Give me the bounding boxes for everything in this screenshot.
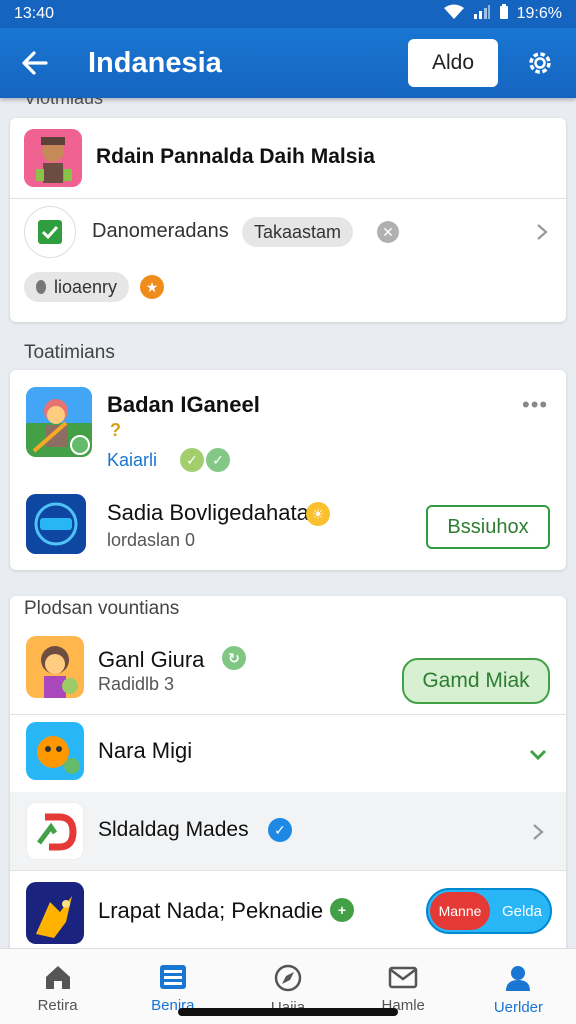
info-badge-icon: ✓	[268, 818, 292, 842]
chip-label: Takaastam	[254, 221, 342, 242]
nav-label: Uerlder	[493, 999, 543, 1016]
status-time: 13:40	[14, 5, 55, 22]
game-character-icon	[24, 129, 82, 187]
home-icon	[45, 966, 70, 989]
card-featured: Rdain Pannalda Daih Malsia Danomeradans …	[10, 118, 566, 322]
tag-icon	[36, 280, 46, 294]
compass-icon	[274, 964, 302, 992]
list-item[interactable]: Sldaldag Mades ✓	[10, 792, 566, 870]
list-item[interactable]: Lrapat Nada; Peknadie + Manne Gelda	[10, 870, 566, 956]
mail-icon	[388, 966, 418, 989]
chevron-down-icon[interactable]	[528, 744, 548, 764]
list-item-featured-game[interactable]: Rdain Pannalda Daih Malsia	[10, 118, 566, 198]
check-badge-icon: ↻	[222, 646, 246, 670]
add-button[interactable]: Aldo	[408, 39, 498, 87]
item-title: Sldaldag Mades	[98, 818, 249, 841]
home-indicator[interactable]	[178, 1008, 398, 1016]
person-icon	[506, 966, 531, 991]
status-label: Danomeradans	[92, 220, 229, 242]
featured-title: Rdain Pannalda Daih Malsia	[96, 145, 375, 168]
back-button[interactable]	[0, 28, 70, 98]
toggle-right-option[interactable]: Gelda	[502, 890, 542, 932]
verified-icon: ✓	[180, 448, 204, 472]
status-icons: 19:6%	[443, 3, 562, 25]
settings-button[interactable]	[520, 43, 560, 83]
list-icon	[159, 965, 186, 989]
mode-toggle[interactable]: Manne Gelda	[426, 888, 552, 934]
list-item[interactable]: Badan IGaneel ? Kaiarli ✓ ✓ •••	[10, 370, 566, 472]
page-title: Indanesia	[88, 46, 222, 79]
item-subtitle: Radidlb 3	[98, 674, 175, 694]
checkbox-icon[interactable]	[24, 206, 76, 258]
sun-icon: ☀	[306, 502, 330, 526]
nav-item-home[interactable]: Retira	[0, 949, 115, 1024]
wifi-icon	[443, 4, 465, 25]
list-item[interactable]: Sadia Bovligedahata ☀ lordaslan 0 Bssiuh…	[10, 482, 566, 568]
clear-icon[interactable]: ✕	[377, 221, 399, 243]
item-mark: ?	[110, 420, 121, 440]
tag-label: lioaenry	[54, 276, 118, 297]
app-logo-icon	[26, 494, 86, 554]
item-title: Nara Migi	[98, 738, 193, 763]
card-section3: Plodsan vountians Ganl Giura ↻ Radidlb 3…	[10, 596, 566, 956]
battery-text: 19:6%	[516, 5, 562, 22]
item-title: Sadia Bovligedahata	[107, 500, 309, 525]
toggle-left-option[interactable]: Manne	[430, 892, 490, 930]
app-bar: Indanesia Aldo	[0, 28, 576, 98]
gear-icon	[529, 52, 551, 74]
section-label: Toatimians	[24, 342, 115, 363]
arrow-left-icon	[22, 51, 48, 75]
item-link[interactable]: Kaiarli	[107, 450, 157, 471]
more-icon[interactable]: •••	[522, 392, 548, 418]
status-bar: 13:40 19:6%	[0, 0, 576, 28]
fox-app-icon	[26, 722, 84, 780]
section-label: Plodsan vountians	[24, 598, 180, 619]
action-button[interactable]: Bssiuhox	[426, 505, 550, 549]
item-title: Lrapat Nada; Peknadie	[98, 898, 324, 923]
item-subtitle: lordaslan 0	[107, 530, 196, 550]
star-icon: ★	[140, 275, 164, 299]
brand-logo-icon	[26, 802, 84, 860]
list-item[interactable]: Ganl Giura ↻ Radidlb 3 Gamd Miak	[10, 630, 566, 714]
game-icon	[26, 387, 92, 457]
chevron-right-icon[interactable]	[528, 822, 548, 842]
action-button[interactable]: Gamd Miak	[402, 658, 550, 704]
battery-icon	[499, 3, 509, 25]
chevron-right-icon[interactable]	[532, 222, 552, 242]
plus-badge-icon: +	[330, 898, 354, 922]
nav-label: Retira	[37, 997, 78, 1014]
signal-icon	[473, 4, 491, 25]
dragon-game-icon	[26, 882, 84, 944]
list-item[interactable]: Nara Migi	[10, 714, 566, 792]
tag-chip[interactable]: lioaenry	[24, 272, 130, 302]
item-title: Badan IGaneel	[107, 392, 260, 417]
game-character-icon	[26, 636, 84, 698]
verified-icon: ✓	[206, 448, 230, 472]
item-title: Ganl Giura	[98, 647, 205, 672]
nav-item-profile[interactable]: Uerlder	[461, 949, 576, 1024]
card-section2: Badan IGaneel ? Kaiarli ✓ ✓ ••• Sadia Bo…	[10, 370, 566, 570]
status-chip: Takaastam	[242, 217, 354, 247]
list-item-status[interactable]: Danomeradans Takaastam ✕	[10, 198, 566, 268]
